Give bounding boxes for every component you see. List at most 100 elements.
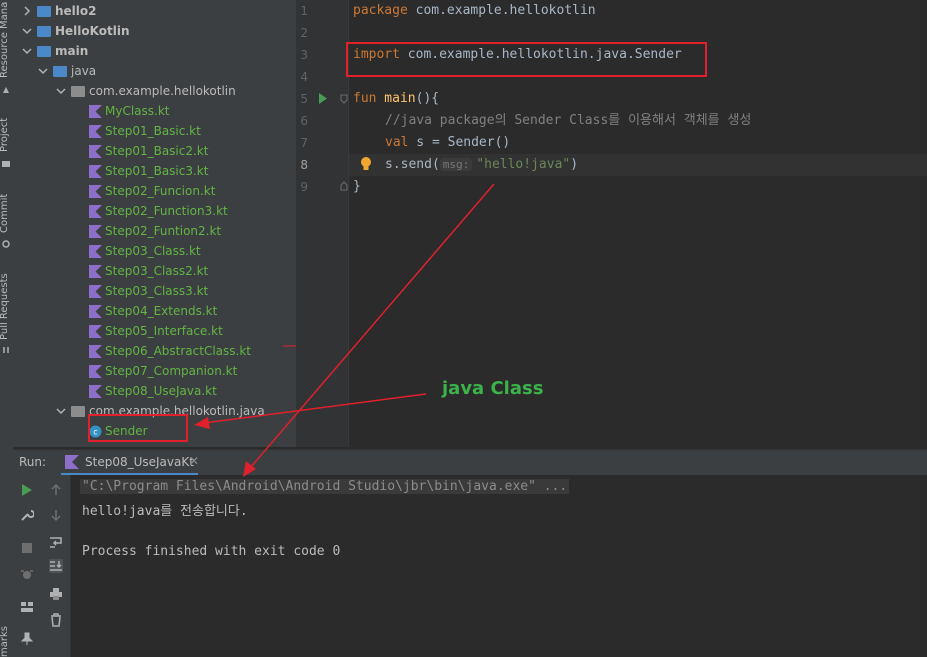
fold-end-icon[interactable] [340, 181, 348, 191]
kotlin-file-icon [89, 324, 102, 338]
tree-row[interactable]: Step01_Basic3.kt [89, 161, 208, 181]
tree-row[interactable]: Step01_Basic2.kt [89, 141, 208, 161]
line-number: 3 [300, 48, 308, 62]
code-line-1: package com.example.hellokotlin [353, 3, 596, 18]
line-number: 6 [300, 114, 308, 128]
console-exit-line: Process finished with exit code 0 [82, 544, 341, 559]
kotlin-file-icon [89, 124, 102, 138]
run-console[interactable]: "C:\Program Files\Android\Android Studio… [71, 475, 927, 657]
package-icon [71, 85, 85, 97]
debug-icon[interactable] [20, 567, 34, 581]
stop-icon[interactable] [20, 541, 34, 555]
kotlin-file-icon [89, 244, 102, 258]
folder-icon [53, 65, 67, 77]
fold-icon[interactable] [340, 94, 348, 104]
folder-icon [37, 45, 51, 57]
package-icon [71, 405, 85, 417]
tree-row-label: Step06_AbstractClass.kt [105, 344, 252, 358]
run-toolbar-secondary [42, 475, 71, 657]
tree-row[interactable]: Step08_UseJava.kt [89, 381, 217, 401]
lightbulb-icon[interactable] [360, 157, 372, 171]
code-line-8: s.send(msg: "hello!java") [385, 157, 579, 172]
tree-row[interactable]: Step01_Basic.kt [89, 121, 201, 141]
pin-icon[interactable] [20, 632, 34, 646]
line-number: 9 [300, 180, 308, 194]
tree-row-label: Step03_Class2.kt [105, 264, 209, 278]
tree-row[interactable]: Step02_Funtion2.kt [89, 221, 221, 241]
kotlin-file-icon [89, 224, 102, 238]
pull-requests-tab[interactable]: Pull Requests [0, 273, 10, 340]
tree-row-label: hello2 [55, 4, 97, 18]
tree-row-label: Step02_Function3.kt [105, 204, 228, 218]
chevron-right-icon[interactable] [21, 5, 33, 17]
kotlin-file-icon [89, 184, 102, 198]
line-number: 8 [300, 158, 308, 172]
scroll-to-end-icon[interactable] [49, 559, 63, 573]
code-line-5: fun main(){ [353, 91, 440, 106]
trash-icon[interactable] [49, 613, 63, 627]
print-icon[interactable] [49, 587, 63, 601]
import-highlight-box [346, 42, 707, 77]
code-line-6: //java package의 Sender Class를 이용해서 객체를 생… [385, 113, 752, 128]
soft-wrap-icon[interactable] [49, 535, 63, 549]
layout-icon[interactable] [20, 600, 34, 614]
tree-row-label: Step03_Class3.kt [105, 284, 209, 298]
tree-row-label: HelloKotlin [55, 24, 130, 38]
kotlin-file-icon [89, 264, 102, 278]
tree-row[interactable]: Step02_Function3.kt [89, 201, 228, 221]
tree-row[interactable]: Step06_AbstractClass.kt [89, 341, 251, 361]
folder-icon [2, 161, 10, 167]
tree-row-label: Step01_Basic2.kt [105, 144, 209, 158]
tree-row[interactable]: hello2 [21, 1, 97, 21]
tree-row[interactable]: HelloKotlin [21, 21, 130, 41]
tree-row-label: MyClass.kt [105, 104, 170, 118]
resource-manager-tab[interactable]: Resource Mana [0, 2, 10, 78]
wrench-icon[interactable] [20, 508, 34, 522]
tree-row[interactable]: Step03_Class2.kt [89, 261, 208, 281]
tree-row[interactable]: Step03_Class3.kt [89, 281, 208, 301]
tree-row-label: main [55, 44, 89, 58]
run-panel-header: Run: Step08_UseJavaKt ✕ [13, 449, 927, 476]
arrow-up-icon[interactable] [49, 483, 63, 497]
tree-row-label: Step05_Interface.kt [105, 324, 223, 338]
tree-row[interactable]: Step02_Funcion.kt [89, 181, 215, 201]
editor-gutter: 1 2 3 4 5 6 7 8 9 [296, 0, 349, 447]
kotlin-file-icon [89, 364, 102, 378]
tree-row[interactable]: com.example.hellokotlin [55, 81, 236, 101]
run-gutter-icon[interactable] [318, 93, 328, 104]
tree-row[interactable]: java [37, 61, 96, 81]
run-label: Run: [19, 455, 47, 469]
kotlin-file-icon [89, 284, 102, 298]
tool-window-strip: Resource Mana Project Commit Pull Reques… [0, 0, 14, 657]
commit-icon [2, 240, 10, 248]
tree-row[interactable]: Step04_Extends.kt [89, 301, 217, 321]
tree-row-label: com.example.hellokotlin [89, 84, 236, 98]
tree-row[interactable]: MyClass.kt [89, 101, 170, 121]
close-tab-icon[interactable]: ✕ [189, 454, 199, 468]
line-number: 7 [300, 136, 308, 150]
console-command-line[interactable]: "C:\Program Files\Android\Android Studio… [80, 479, 570, 494]
chevron-down-icon[interactable] [55, 85, 67, 97]
tree-row-label: Step01_Basic3.kt [105, 164, 209, 178]
chevron-down-icon[interactable] [21, 25, 33, 37]
chevron-down-icon[interactable] [37, 65, 49, 77]
run-tab-label: Step08_UseJavaKt [85, 454, 194, 469]
tree-row[interactable]: main [21, 41, 88, 61]
run-tab[interactable]: Step08_UseJavaKt [61, 450, 198, 475]
tree-row[interactable]: Step05_Interface.kt [89, 321, 223, 341]
line-number: 4 [300, 70, 308, 84]
tree-row-label: Step02_Funtion2.kt [105, 224, 222, 238]
project-tab[interactable]: Project [0, 118, 10, 152]
tree-row[interactable]: Step03_Class.kt [89, 241, 201, 261]
bookmarks-tab[interactable]: marks [0, 626, 10, 657]
arrow-down-icon[interactable] [49, 508, 63, 522]
rerun-icon[interactable] [20, 483, 34, 497]
tree-row[interactable]: Step07_Companion.kt [89, 361, 237, 381]
line-number: 1 [300, 4, 308, 18]
tree-row-label: Step08_UseJava.kt [105, 384, 217, 398]
chevron-down-icon[interactable] [55, 405, 67, 417]
tree-row-label: Step02_Funcion.kt [105, 184, 216, 198]
tree-row-label: Step04_Extends.kt [105, 304, 218, 318]
commit-tab[interactable]: Commit [0, 194, 10, 233]
chevron-down-icon[interactable] [21, 45, 33, 57]
